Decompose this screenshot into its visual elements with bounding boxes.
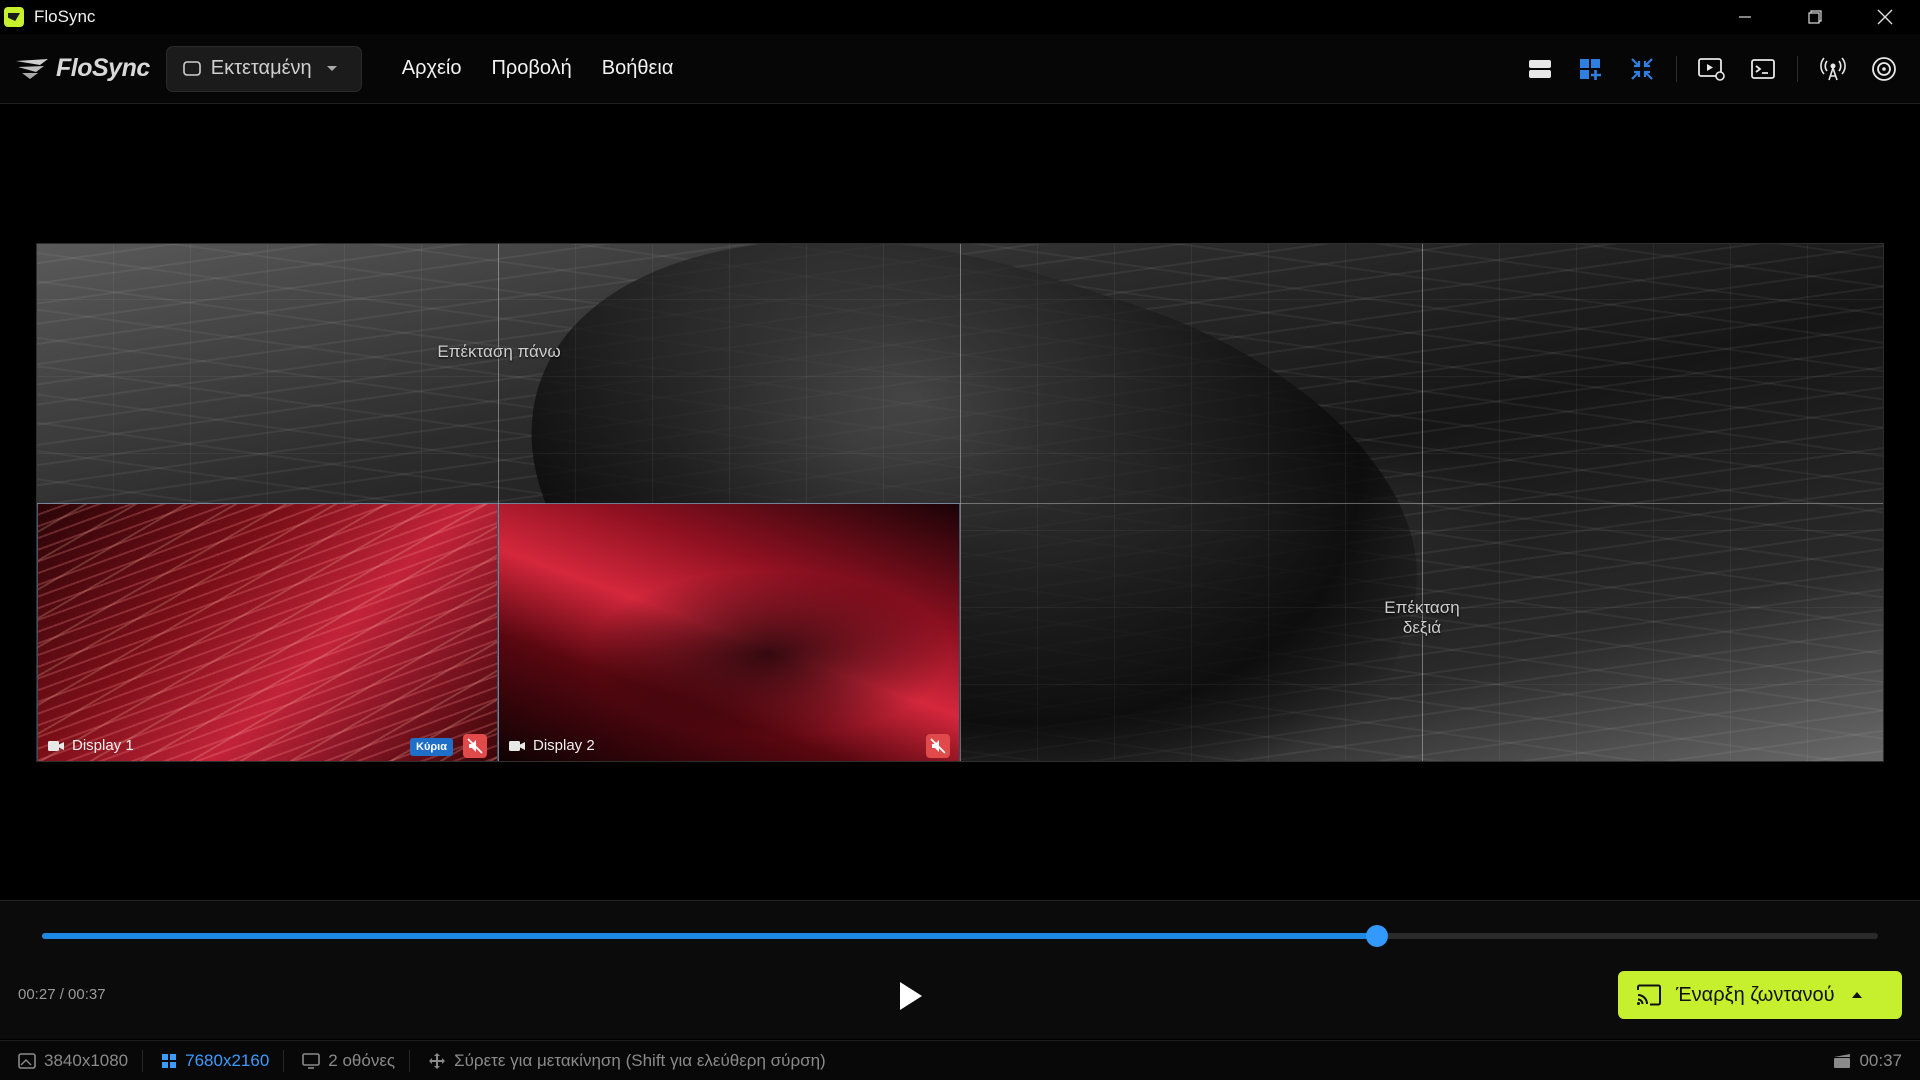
playback-timeline: 00:27 / 00:37 Έναρξη ζωντανού <box>0 900 1920 1039</box>
menu-help[interactable]: Βοήθεια <box>602 57 674 80</box>
logo-text: FloSync <box>56 54 150 82</box>
speaker-muted-icon <box>930 738 946 754</box>
play-icon <box>900 982 922 1010</box>
mode-select[interactable]: Εκτεταμένη <box>165 45 362 92</box>
region-label-top: Επέκταση πάνω <box>437 342 561 361</box>
layout-list-button[interactable] <box>1520 49 1560 89</box>
seek-progress <box>42 933 1377 939</box>
status-duration-text: 00:37 <box>1859 1050 1902 1070</box>
display-2-preview <box>499 504 959 761</box>
play-button[interactable] <box>896 979 926 1013</box>
minimize-button[interactable] <box>1710 0 1780 34</box>
toolbar-divider <box>1676 56 1677 82</box>
app-logo-icon <box>4 7 24 27</box>
chevron-up-icon <box>1851 992 1862 998</box>
display-2-label: Display 2 <box>509 737 595 754</box>
camera-icon <box>509 740 525 751</box>
window-controls <box>1710 0 1920 34</box>
collapse-button[interactable] <box>1622 49 1662 89</box>
status-screens-text: 2 οθόνες <box>328 1050 396 1070</box>
display-2-mute-button[interactable] <box>926 734 950 758</box>
chevron-down-icon <box>326 65 337 71</box>
status-bar: 3840x1080 7680x2160 2 οθόνες Σύρετε για … <box>0 1040 1920 1080</box>
region-label-right: Επέκταση δεξιά <box>1384 598 1460 637</box>
cast-icon <box>1637 984 1661 1006</box>
flosync-logo-icon <box>16 58 48 79</box>
menu-file[interactable]: Αρχείο <box>402 57 462 80</box>
go-live-label: Έναρξη ζωντανού <box>1676 983 1835 1006</box>
display-tile-2[interactable]: Display 2 <box>498 503 960 761</box>
go-live-button[interactable]: Έναρξη ζωντανού <box>1618 971 1902 1019</box>
camera-icon <box>48 740 64 751</box>
move-icon <box>429 1052 446 1069</box>
clapperboard-icon <box>1834 1053 1851 1068</box>
monitor-icon <box>182 60 201 76</box>
time-display: 00:27 / 00:37 <box>18 986 106 1003</box>
status-resolution: 3840x1080 <box>0 1049 144 1072</box>
mode-select-value: Εκτεταμένη <box>210 57 312 79</box>
monitor-icon <box>302 1052 321 1069</box>
layout-grid-add-button[interactable] <box>1571 49 1611 89</box>
status-canvas-resolution[interactable]: 7680x2160 <box>143 1049 285 1072</box>
display-1-label: Display 1 <box>48 737 134 754</box>
close-icon <box>1877 9 1893 25</box>
console-icon <box>1751 59 1775 79</box>
status-canvas-resolution-text: 7680x2160 <box>185 1050 270 1070</box>
restore-icon <box>1808 10 1822 24</box>
restore-button[interactable] <box>1780 0 1850 34</box>
menu-bar: Αρχείο Προβολή Βοήθεια <box>402 57 704 80</box>
menu-view[interactable]: Προβολή <box>491 57 571 80</box>
video-wall-canvas[interactable]: Επέκταση πάνω Επέκταση δεξιά Display 1 Κ… <box>36 243 1884 762</box>
display-1-name: Display 1 <box>72 737 134 754</box>
status-screens: 2 οθόνες <box>284 1049 411 1072</box>
app-logo: FloSync <box>14 54 150 83</box>
grid-icon <box>162 1053 177 1068</box>
speaker-muted-icon <box>467 738 483 754</box>
main-toolbar: FloSync Εκτεταμένη Αρχείο Προβολή Βοήθει… <box>0 34 1920 104</box>
toolbar-divider <box>1797 56 1798 82</box>
image-icon <box>18 1052 36 1069</box>
seek-thumb[interactable] <box>1365 925 1388 947</box>
display-tile-1[interactable]: Display 1 Κύρια <box>37 503 498 761</box>
status-duration: 00:37 <box>1833 1051 1902 1071</box>
primary-badge: Κύρια <box>410 738 453 756</box>
preview-settings-button[interactable] <box>1692 49 1732 89</box>
minimize-icon <box>1739 16 1751 18</box>
seek-track[interactable] <box>42 925 1878 947</box>
status-hint-text: Σύρετε για μετακίνηση (Shift για ελεύθερ… <box>454 1050 826 1070</box>
canvas-stage: Επέκταση πάνω Επέκταση δεξιά Display 1 Κ… <box>0 105 1920 900</box>
display-1-preview <box>38 504 497 761</box>
layout-grid-add-icon <box>1580 59 1601 80</box>
stream-button[interactable] <box>1864 49 1904 89</box>
status-resolution-text: 3840x1080 <box>44 1050 129 1070</box>
display-1-mute-button[interactable] <box>463 734 487 758</box>
collapse-icon <box>1631 58 1653 80</box>
title-bar: FloSync <box>0 0 1920 34</box>
console-button[interactable] <box>1743 49 1783 89</box>
layout-list-icon <box>1529 60 1551 78</box>
toolbar-tools <box>1509 34 1904 104</box>
broadcast-icon <box>1820 57 1846 81</box>
status-hint: Σύρετε για μετακίνηση (Shift για ελεύθερ… <box>410 1050 840 1072</box>
broadcast-button[interactable] <box>1813 49 1853 89</box>
window-title: FloSync <box>34 7 96 26</box>
preview-settings-icon <box>1698 58 1725 81</box>
close-button[interactable] <box>1850 0 1920 34</box>
stream-icon <box>1872 57 1896 81</box>
display-2-name: Display 2 <box>533 737 595 754</box>
